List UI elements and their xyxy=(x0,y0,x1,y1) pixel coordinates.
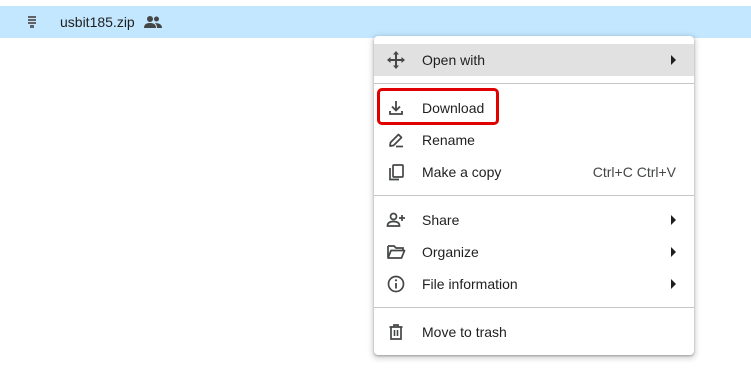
context-menu: Open with Download Rename Make a copy Ct… xyxy=(374,36,694,355)
keyboard-shortcut: Ctrl+C Ctrl+V xyxy=(592,164,676,180)
file-name[interactable]: usbit185.zip xyxy=(60,13,135,31)
submenu-arrow-icon xyxy=(671,55,676,65)
trash-icon xyxy=(389,324,403,340)
file-row[interactable]: usbit185.zip xyxy=(0,6,751,38)
divider xyxy=(374,83,694,84)
submenu-arrow-icon xyxy=(671,279,676,289)
folder-open-icon xyxy=(387,245,406,259)
menu-item-make-a-copy[interactable]: Make a copy Ctrl+C Ctrl+V xyxy=(374,156,694,188)
submenu-arrow-icon xyxy=(671,215,676,225)
menu-item-download[interactable]: Download xyxy=(374,92,694,124)
menu-item-label: Move to trash xyxy=(422,324,507,340)
menu-item-rename[interactable]: Rename xyxy=(374,124,694,156)
menu-item-label: Download xyxy=(422,100,485,116)
divider xyxy=(374,195,694,196)
copy-icon xyxy=(389,164,404,181)
menu-item-label: Share xyxy=(422,212,460,228)
menu-item-share[interactable]: Share xyxy=(374,204,694,236)
divider xyxy=(374,307,694,308)
move-arrows-icon xyxy=(387,51,405,69)
menu-item-open-with[interactable]: Open with xyxy=(374,44,694,76)
menu-item-move-to-trash[interactable]: Move to trash xyxy=(374,316,694,348)
download-icon xyxy=(389,101,403,115)
menu-item-label: Make a copy xyxy=(422,164,502,180)
info-icon xyxy=(387,275,405,293)
pencil-icon xyxy=(389,133,403,148)
menu-item-label: Rename xyxy=(422,132,475,148)
person-add-icon xyxy=(386,212,405,227)
menu-item-file-information[interactable]: File information xyxy=(374,268,694,300)
submenu-arrow-icon xyxy=(671,247,676,257)
menu-item-label: Open with xyxy=(422,52,486,68)
menu-item-label: Organize xyxy=(422,244,479,260)
menu-item-label: File information xyxy=(422,276,518,292)
menu-item-organize[interactable]: Organize xyxy=(374,236,694,268)
people-icon xyxy=(144,16,162,28)
zip-file-icon xyxy=(28,16,36,28)
